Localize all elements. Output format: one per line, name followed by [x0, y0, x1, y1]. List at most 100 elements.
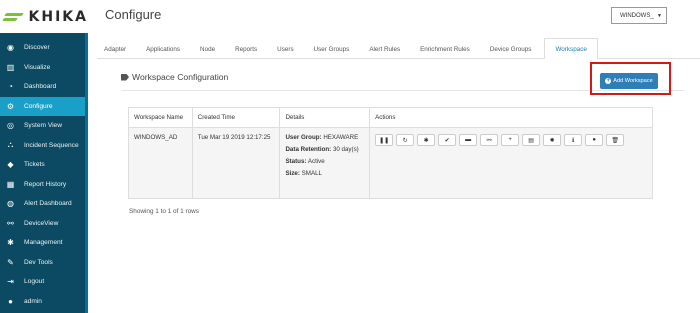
sidebar-item-system-view[interactable]: ◎ System View — [0, 116, 85, 136]
column-header[interactable]: Details — [280, 108, 371, 127]
add-workspace-label: Add Workspace — [613, 78, 653, 84]
bug-icon: ✹ — [549, 137, 555, 144]
detail-status: Status: Active — [285, 158, 364, 165]
sidebar-item-logout[interactable]: ⇥ Logout — [0, 272, 85, 292]
sidebar-item-visualize[interactable]: ▥ Visualize — [0, 58, 85, 78]
sitemap-icon: ⚯ — [486, 137, 492, 144]
pause-button[interactable]: ❚❚ — [375, 134, 394, 146]
sequence-icon: ⛬ — [7, 140, 14, 150]
sidebar-item-report-history[interactable]: ▦ Report History — [0, 175, 85, 195]
sidebar-nav: ◉ Discover ▥ Visualize ◔ Dashboard ⚙ Configure ◎… — [0, 38, 85, 311]
sidebar-item-incident-sequence[interactable]: ⛬ Incident Sequence — [0, 136, 85, 156]
chevron-down-icon: ▼ — [657, 13, 662, 19]
wrench-tool-icon: ✎ — [7, 257, 14, 267]
file-button[interactable]: ▤ — [522, 134, 541, 146]
tab-adapter[interactable]: Adapter — [97, 46, 133, 58]
sidebar: KHIKA ◉ Discover ▥ Visualize ◔ Dashboard ⚙ Conf… — [0, 0, 88, 313]
actions-cell: ❚❚ ↻ ✱ ✔ ▬ ⚯ + ▤ ✹ ℹ ● 🗑 — [370, 128, 652, 198]
gear-icon: ✱ — [423, 137, 429, 144]
sidebar-item-label: Tickets — [24, 161, 45, 169]
section-title: Workspace Configuration — [121, 72, 228, 82]
wrench-icon: ⚙ — [6, 101, 15, 111]
section-title-text: Workspace Configuration — [132, 72, 229, 82]
sidebar-item-dashboard[interactable]: ◔ Dashboard — [0, 77, 85, 97]
logo-mark-icon — [2, 10, 24, 24]
gauge-icon: ◔ — [8, 82, 13, 92]
tab-reports[interactable]: Reports — [228, 46, 264, 58]
tab-alert-rules[interactable]: Alert Rules — [362, 46, 407, 58]
sidebar-item-label: Report History — [24, 180, 67, 188]
sidebar-item-tickets[interactable]: ◆ Tickets — [0, 155, 85, 175]
sidebar-item-management[interactable]: ✱ Management — [0, 233, 85, 253]
column-header[interactable]: Workspace Name — [129, 108, 193, 127]
detail-label: Status: — [285, 158, 307, 165]
workspace-select[interactable]: WINDOWS_ ▼ — [611, 7, 667, 24]
sidebar-item-label: Logout — [24, 278, 45, 286]
sidebar-item-alert-dashboard[interactable]: ◍ Alert Dashboard — [0, 194, 85, 214]
tab-applications[interactable]: Applications — [139, 46, 187, 58]
details-cell: User Group: HEXAWARE Data Retention: 30 … — [280, 128, 371, 198]
check-icon: ✔ — [444, 137, 450, 144]
sidebar-item-dev-tools[interactable]: ✎ Dev Tools — [0, 253, 85, 273]
plus-button[interactable]: + — [501, 134, 520, 146]
globe-icon: ◍ — [7, 199, 14, 209]
detail-value: Active — [307, 158, 325, 165]
detail-user-group: User Group: HEXAWARE — [285, 134, 364, 141]
workspace-table: Workspace Name Created Time Details Acti… — [128, 107, 653, 199]
sidebar-item-label: Management — [24, 239, 63, 247]
detail-value: 30 day(s) — [332, 146, 359, 153]
created-time-cell: Tue Mar 19 2019 12:17:25 — [193, 128, 281, 198]
sitemap-button[interactable]: ⚯ — [480, 134, 499, 146]
sidebar-item-label: Incident Sequence — [24, 141, 79, 149]
table-row: WINDOWS_AD Tue Mar 19 2019 12:17:25 User… — [129, 128, 652, 198]
detail-size: Size: SMALL — [285, 170, 364, 177]
brand-logo[interactable]: KHIKA — [0, 0, 88, 33]
refresh-icon: ↻ — [402, 137, 408, 144]
add-workspace-button[interactable]: + Add Workspace — [600, 73, 658, 89]
sidebar-item-discover[interactable]: ◉ Discover — [0, 38, 85, 58]
tab-node[interactable]: Node — [193, 46, 222, 58]
check-button[interactable]: ✔ — [438, 134, 457, 146]
sidebar-item-label: Visualize — [24, 63, 51, 71]
detail-value: SMALL — [301, 170, 322, 177]
pagination-info: Showing 1 to 1 of 1 rows — [129, 208, 199, 215]
workspace-name-cell: WINDOWS_AD — [129, 128, 193, 198]
bar-chart-icon: ▥ — [6, 62, 15, 72]
sitemap-icon: ⚯ — [7, 218, 14, 228]
workspace-panel: Workspace Configuration + Add Workspace … — [113, 62, 684, 302]
trash-button[interactable]: 🗑 — [606, 134, 625, 146]
column-header[interactable]: Created Time — [193, 108, 281, 127]
workspace-select-value: WINDOWS_ — [620, 12, 654, 19]
user-icon: ● — [8, 296, 13, 306]
tab-user-groups[interactable]: User Groups — [307, 46, 357, 58]
sidebar-item-label: Dashboard — [24, 83, 57, 91]
sidebar-item-deviceview[interactable]: ⚯ DeviceView — [0, 214, 85, 234]
gear-button[interactable]: ✱ — [417, 134, 436, 146]
archive-button[interactable]: ▬ — [459, 134, 478, 146]
tag-icon — [121, 73, 129, 81]
page-title: Configure — [105, 7, 162, 22]
tab-device-groups[interactable]: Device Groups — [483, 46, 539, 58]
logout-icon: ⇥ — [7, 277, 14, 287]
user-button[interactable]: ● — [585, 134, 604, 146]
bug-button[interactable]: ✹ — [543, 134, 562, 146]
tab-workspace[interactable]: Workspace — [544, 38, 598, 59]
refresh-button[interactable]: ↻ — [396, 134, 415, 146]
archive-icon: ▬ — [465, 137, 472, 143]
sidebar-item-configure[interactable]: ⚙ Configure — [0, 96, 85, 116]
brand-name: KHIKA — [28, 8, 88, 25]
column-header[interactable]: Actions — [370, 108, 652, 127]
app-root: KHIKA ◉ Discover ▥ Visualize ◔ Dashboard ⚙ Conf… — [0, 0, 700, 313]
tag-icon: ◆ — [7, 160, 14, 170]
sidebar-item-label: admin — [24, 297, 42, 305]
compass-icon: ◉ — [7, 43, 14, 53]
sidebar-item-label: Dev Tools — [24, 258, 53, 266]
info-button[interactable]: ℹ — [564, 134, 583, 146]
tab-enrichment-rules[interactable]: Enrichment Rules — [413, 46, 477, 58]
detail-label: User Group: — [285, 134, 322, 141]
tab-users[interactable]: Users — [270, 46, 300, 58]
gear-icon: ✱ — [7, 238, 14, 248]
sidebar-item-label: Configure — [24, 102, 53, 110]
table-header: Workspace Name Created Time Details Acti… — [129, 108, 652, 128]
sidebar-item-admin[interactable]: ● admin — [0, 292, 85, 312]
